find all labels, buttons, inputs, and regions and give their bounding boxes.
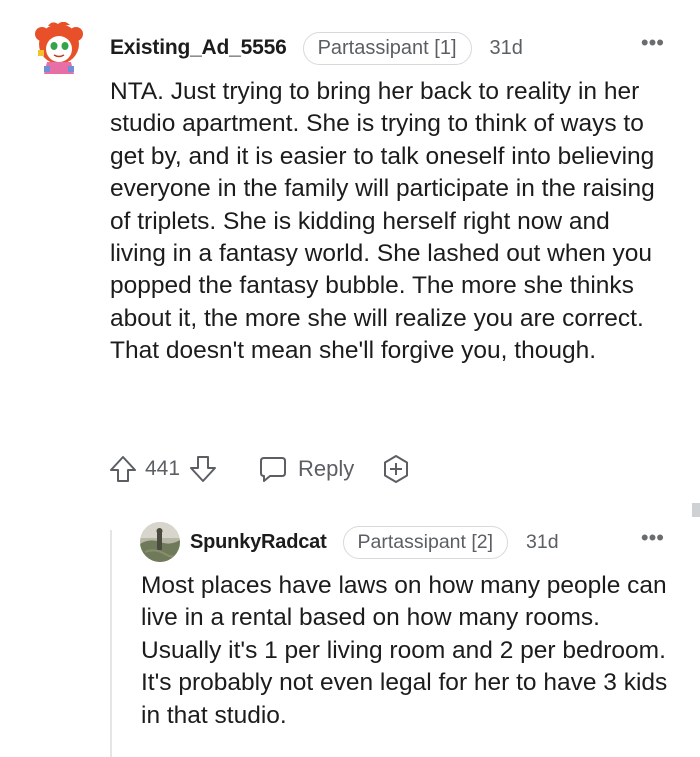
downvote-arrow-icon — [190, 456, 217, 482]
comment-body: NTA. Just trying to bring her back to re… — [110, 78, 655, 365]
comment-header: SpunkyRadcat Partassipant [2] 31d — [190, 525, 559, 559]
upvote-arrow-icon — [110, 456, 136, 482]
photo-avatar-icon — [140, 522, 180, 562]
timestamp[interactable]: 31d — [526, 531, 559, 554]
comment-bubble-icon — [260, 457, 287, 482]
award-button[interactable] — [380, 453, 412, 485]
thread-line[interactable] — [110, 530, 112, 757]
upvote-button[interactable] — [108, 454, 138, 484]
user-avatar[interactable] — [140, 522, 180, 562]
award-plus-icon — [384, 455, 409, 483]
user-flair: Partassipant [2] — [342, 525, 509, 559]
more-options-button[interactable]: ••• — [641, 30, 664, 56]
timestamp[interactable]: 31d — [490, 37, 523, 60]
more-options-icon: ••• — [640, 525, 664, 550]
downvote-button[interactable] — [188, 454, 218, 484]
scrollbar-handle[interactable] — [692, 503, 700, 517]
cartoon-avatar-icon — [35, 21, 83, 74]
username[interactable]: SpunkyRadcat — [190, 531, 327, 554]
username[interactable]: Existing_Ad_5556 — [110, 36, 287, 60]
reply-label: Reply — [298, 456, 355, 481]
comment: Existing_Ad_5556 Partassipant [1] 31d ••… — [0, 0, 700, 500]
comment-header: Existing_Ad_5556 Partassipant [1] 31d — [110, 31, 523, 65]
reply-button[interactable]: Reply — [258, 454, 354, 484]
user-avatar[interactable] — [34, 21, 84, 76]
vote-count: 441 — [145, 457, 181, 480]
more-options-button[interactable]: ••• — [641, 525, 664, 551]
user-flair: Partassipant [1] — [302, 31, 472, 65]
more-options-icon: ••• — [640, 30, 664, 55]
comment-actions: 441 Reply — [108, 452, 412, 486]
comment-body: Most places have laws on how many people… — [141, 572, 668, 729]
